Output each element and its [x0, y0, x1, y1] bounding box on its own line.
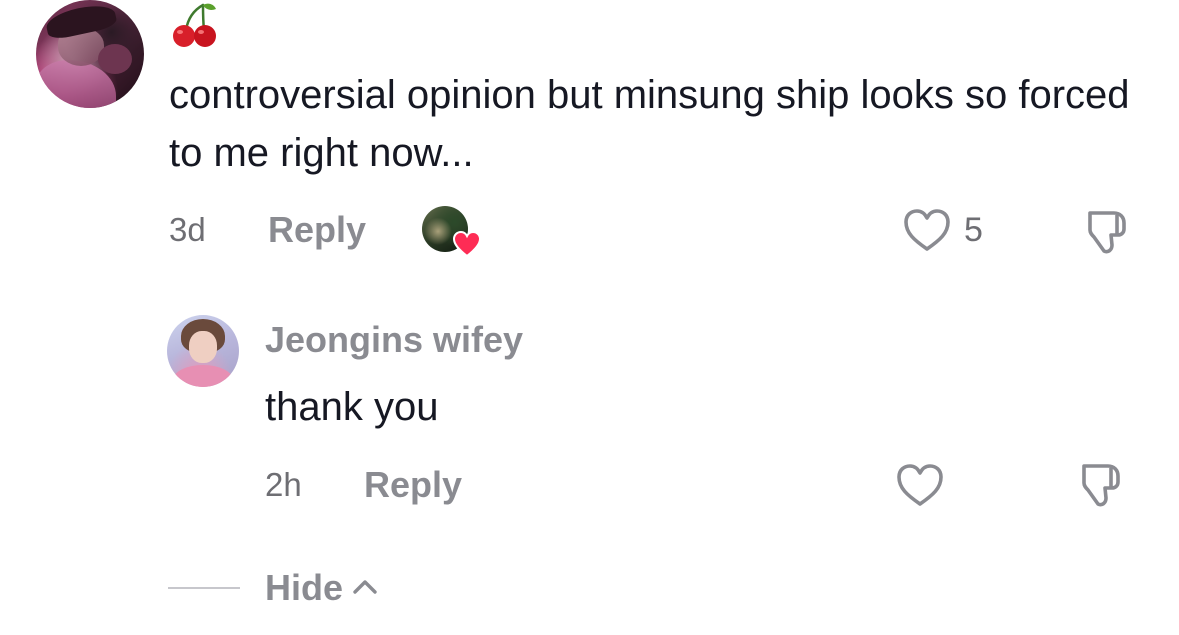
thumbs-down-icon[interactable] — [1084, 207, 1132, 257]
reply-text: thank you — [265, 385, 439, 429]
avatar-shirt — [173, 365, 233, 387]
avatar-face — [189, 331, 217, 363]
commenter-avatar[interactable] — [36, 0, 144, 108]
reply-author-name[interactable]: Jeongins wifey — [265, 315, 523, 365]
reply-button[interactable]: Reply — [364, 460, 462, 510]
hide-replies-label: Hide — [265, 567, 344, 608]
heart-badge-icon — [452, 230, 482, 258]
reply-actions: 2h Reply — [0, 460, 1179, 510]
comment-actions: 3d Reply 5 — [0, 205, 1179, 258]
liked-by-creator-badge — [422, 206, 484, 258]
hide-replies-row: Hide — [168, 563, 428, 613]
hide-replies-button[interactable]: Hide — [265, 563, 379, 613]
chevron-up-icon — [353, 580, 378, 594]
thread-divider-line — [168, 587, 240, 589]
reply-button[interactable]: Reply — [268, 205, 366, 255]
like-heart-icon[interactable] — [902, 207, 952, 253]
like-count: 5 — [964, 211, 983, 249]
cherry-sticker-icon — [173, 3, 216, 47]
comment-text: controversial opinion but minsung ship l… — [169, 73, 1130, 175]
comment-timestamp: 3d — [169, 211, 206, 248]
reply-timestamp: 2h — [265, 466, 302, 503]
like-heart-icon[interactable] — [895, 462, 945, 508]
avatar-hand — [98, 44, 132, 74]
thumbs-down-icon[interactable] — [1078, 460, 1126, 510]
reply-author-avatar[interactable] — [167, 315, 239, 387]
